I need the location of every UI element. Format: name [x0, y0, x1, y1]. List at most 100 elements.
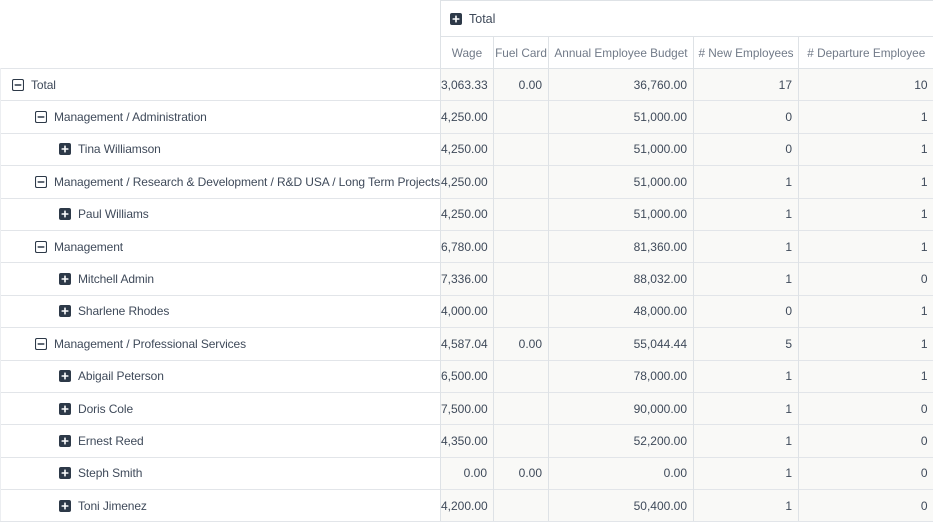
cell-fuel-card: [494, 198, 549, 230]
row-label: Abigail Peterson: [78, 369, 164, 383]
table-row: Doris Cole7,500.0090,000.0010: [1, 392, 933, 424]
table-row: Steph Smith0.000.000.0010: [1, 457, 933, 489]
row-header-management-professional-services[interactable]: Management / Professional Services: [1, 328, 441, 360]
row-header-tina-williamson[interactable]: Tina Williamson: [1, 133, 441, 165]
row-header-sharlene-rhodes[interactable]: Sharlene Rhodes: [1, 295, 441, 327]
cell-annual-employee-budget: 51,000.00: [549, 198, 694, 230]
cell-departure-employee: 1: [799, 133, 933, 165]
row-label: Tina Williamson: [78, 142, 161, 156]
row-header-ernest-reed[interactable]: Ernest Reed: [1, 425, 441, 457]
cell-departure-employee: 1: [799, 295, 933, 327]
table-row: Toni Jimenez4,200.0050,400.0010: [1, 490, 933, 522]
row-label: Paul Williams: [78, 207, 149, 221]
cell-wage: 4,350.00: [441, 425, 494, 457]
collapse-icon[interactable]: [35, 176, 47, 188]
row-header-abigail-peterson[interactable]: Abigail Peterson: [1, 360, 441, 392]
cell-new-employees: 5: [694, 328, 799, 360]
cell-wage: 4,587.04: [441, 328, 494, 360]
expand-icon[interactable]: [59, 435, 71, 447]
cell-fuel-card: [494, 425, 549, 457]
cell-departure-employee: 1: [799, 230, 933, 262]
expand-icon[interactable]: [59, 467, 71, 479]
row-label: Management / Professional Services: [54, 337, 246, 351]
cell-fuel-card: [494, 133, 549, 165]
cell-fuel-card: [494, 263, 549, 295]
column-header-fuel-card[interactable]: Fuel Card: [494, 37, 549, 69]
cell-annual-employee-budget: 0.00: [549, 457, 694, 489]
cell-departure-employee: 1: [799, 198, 933, 230]
cell-departure-employee: 1: [799, 360, 933, 392]
cell-new-employees: 1: [694, 360, 799, 392]
row-label: Management / Administration: [54, 110, 207, 124]
table-row: Management6,780.0081,360.0011: [1, 230, 933, 262]
cell-departure-employee: 1: [799, 328, 933, 360]
row-label: Toni Jimenez: [78, 499, 147, 513]
cell-departure-employee: 0: [799, 392, 933, 424]
row-label: Mitchell Admin: [78, 272, 154, 286]
column-header-annual-employee-budget[interactable]: Annual Employee Budget: [549, 37, 694, 69]
cell-fuel-card: [494, 360, 549, 392]
row-header-mitchell-admin[interactable]: Mitchell Admin: [1, 263, 441, 295]
cell-new-employees: 1: [694, 230, 799, 262]
row-header-doris-cole[interactable]: Doris Cole: [1, 392, 441, 424]
cell-fuel-card: [494, 230, 549, 262]
expand-icon[interactable]: [59, 305, 71, 317]
collapse-icon[interactable]: [35, 111, 47, 123]
column-group-header-row: Total: [1, 1, 933, 37]
table-row: Management / Administration4,250.0051,00…: [1, 101, 933, 133]
row-header-steph-smith[interactable]: Steph Smith: [1, 457, 441, 489]
expand-icon[interactable]: [59, 208, 71, 220]
table-row: Tina Williamson4,250.0051,000.0001: [1, 133, 933, 165]
column-group-label: Total: [469, 12, 495, 26]
row-header-management[interactable]: Management: [1, 230, 441, 262]
collapse-icon[interactable]: [35, 241, 47, 253]
cell-fuel-card: 0.00: [494, 328, 549, 360]
row-header-paul-williams[interactable]: Paul Williams: [1, 198, 441, 230]
expand-icon[interactable]: [59, 370, 71, 382]
expand-icon[interactable]: [450, 13, 462, 25]
column-header-departure-employee[interactable]: # Departure Employee: [799, 37, 933, 69]
column-group-header-total[interactable]: Total: [441, 1, 933, 37]
cell-fuel-card: [494, 490, 549, 522]
column-header-new-employees[interactable]: # New Employees: [694, 37, 799, 69]
cell-new-employees: 1: [694, 425, 799, 457]
cell-fuel-card: [494, 101, 549, 133]
cell-wage: 7,500.00: [441, 392, 494, 424]
cell-annual-employee-budget: 52,200.00: [549, 425, 694, 457]
table-row: Mitchell Admin7,336.0088,032.0010: [1, 263, 933, 295]
collapse-icon[interactable]: [35, 338, 47, 350]
expand-icon[interactable]: [59, 500, 71, 512]
expand-icon[interactable]: [59, 273, 71, 285]
collapse-icon[interactable]: [12, 79, 24, 91]
cell-wage: 4,250.00: [441, 101, 494, 133]
pivot-body: Total3,063.330.0036,760.001710Management…: [1, 69, 933, 522]
expand-icon[interactable]: [59, 143, 71, 155]
cell-new-employees: 1: [694, 392, 799, 424]
cell-wage: 4,000.00: [441, 295, 494, 327]
row-header-management-administration[interactable]: Management / Administration: [1, 101, 441, 133]
column-header-wage[interactable]: Wage: [441, 37, 494, 69]
table-row: Paul Williams4,250.0051,000.0011: [1, 198, 933, 230]
cell-new-employees: 1: [694, 490, 799, 522]
cell-departure-employee: 0: [799, 263, 933, 295]
cell-fuel-card: [494, 392, 549, 424]
cell-fuel-card: [494, 166, 549, 198]
row-header-total[interactable]: Total: [1, 69, 441, 101]
cell-new-employees: 1: [694, 166, 799, 198]
table-row: Total3,063.330.0036,760.001710: [1, 69, 933, 101]
row-header-toni-jimenez[interactable]: Toni Jimenez: [1, 490, 441, 522]
expand-icon[interactable]: [59, 403, 71, 415]
cell-departure-employee: 10: [799, 69, 933, 101]
row-header-management-research-development-r-d-usa-long-term-projects[interactable]: Management / Research & Development / R&…: [1, 166, 441, 198]
cell-annual-employee-budget: 51,000.00: [549, 166, 694, 198]
cell-annual-employee-budget: 50,400.00: [549, 490, 694, 522]
table-row: Management / Research & Development / R&…: [1, 166, 933, 198]
corner-cell: [1, 37, 441, 69]
cell-wage: 4,250.00: [441, 166, 494, 198]
measure-header-row: WageFuel CardAnnual Employee Budget# New…: [1, 37, 933, 69]
cell-wage: 4,200.00: [441, 490, 494, 522]
table-row: Management / Professional Services 4,587.…: [1, 328, 933, 360]
cell-new-employees: 1: [694, 263, 799, 295]
cell-fuel-card: 0.00: [494, 69, 549, 101]
cell-new-employees: 17: [694, 69, 799, 101]
